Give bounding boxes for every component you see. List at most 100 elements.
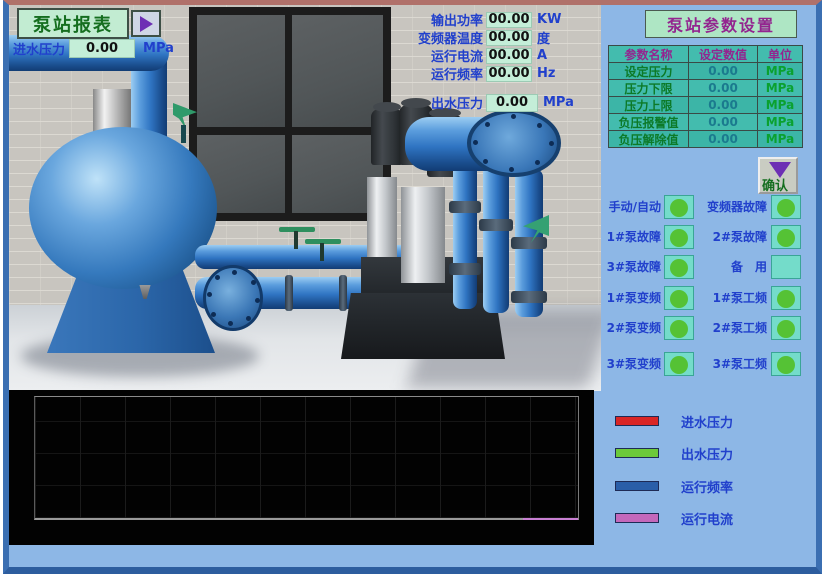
inlet-pressure-unit: MPa (143, 41, 174, 56)
inlet-pressure-value: 0.00 (69, 39, 135, 58)
lamp-icon (777, 199, 795, 217)
wall-valve-icon (521, 215, 551, 259)
param-unit: MPa (758, 131, 802, 147)
report-play-button[interactable] (131, 10, 161, 37)
readout-label: 输出功率 (355, 10, 483, 29)
status-row: 1#泵变频 1#泵工频 (601, 286, 822, 310)
lamp-icon (670, 320, 688, 338)
status-lamp-box (771, 255, 801, 279)
param-unit: MPa (758, 63, 802, 79)
lamp-icon (670, 229, 688, 247)
readout-row: 变频器温度 00.00 度 (355, 29, 550, 46)
legend-label: 运行电流 (681, 509, 733, 528)
pump-station-3d-view: 泵站报表 进水压力 0.00 MPa 输出功率 00.00 KW 变频器温度 0… (9, 5, 601, 391)
confirm-button[interactable]: 确认 (758, 157, 798, 194)
param-unit: MPa (758, 114, 802, 130)
status-label: 3#泵故障 (601, 258, 661, 275)
table-row: 设定压力 0.00 MPa (609, 63, 802, 80)
running-current-trace (523, 518, 578, 520)
legend-item: 运行频率 (615, 480, 733, 492)
param-value[interactable]: 0.00 (689, 131, 758, 147)
status-lamp-box (664, 316, 694, 340)
pump-body (401, 187, 445, 283)
outlet-pressure-value: 0.00 (486, 94, 538, 112)
param-value[interactable]: 0.00 (689, 114, 758, 130)
status-label: 1#泵故障 (601, 228, 661, 245)
panel-title: 泵站参数设置 (645, 10, 797, 38)
status-label: 2#泵故障 (693, 228, 767, 245)
readout-value: 00.00 (486, 30, 532, 46)
parameter-table: 参数名称 设定数值 单位 设定压力 0.00 MPa 压力下限 0.00 MPa… (608, 45, 803, 148)
status-row: 3#泵变频 3#泵工频 (601, 352, 822, 376)
pump-base (341, 293, 505, 359)
legend-item: 运行电流 (615, 512, 733, 524)
legend-item: 出水压力 (615, 447, 733, 459)
param-name: 压力上限 (609, 97, 689, 113)
status-lamp-box (771, 225, 801, 249)
status-lamp-box (664, 352, 694, 376)
status-label: 2#泵工频 (693, 319, 767, 336)
readout-row: 输出功率 00.00 KW (355, 11, 561, 28)
param-value[interactable]: 0.00 (689, 80, 758, 96)
lamp-icon (670, 199, 688, 217)
report-button[interactable]: 泵站报表 (17, 8, 129, 39)
readout-unit: KW (537, 12, 561, 27)
legend-label: 进水压力 (681, 412, 733, 431)
param-unit: MPa (758, 80, 802, 96)
pressure-tank (29, 127, 217, 289)
readout-label: 运行频率 (355, 64, 483, 83)
trend-chart-plot-area (34, 396, 579, 520)
lamp-icon (777, 356, 795, 374)
outlet-pressure-readout: 出水压力 0.00 MPa (355, 94, 574, 111)
hmi-screen: 泵站报表 进水压力 0.00 MPa 输出功率 00.00 KW 变频器温度 0… (0, 0, 825, 577)
lamp-icon (777, 320, 795, 338)
lamp-icon (777, 290, 795, 308)
window-pane (197, 15, 285, 127)
riser-pipe (483, 161, 509, 313)
status-label: 2#泵变频 (601, 319, 661, 336)
play-icon (140, 16, 153, 32)
valve-handle-icon (169, 103, 199, 143)
status-row: 手动/自动 变频器故障 (601, 195, 822, 219)
readout-value: 00.00 (486, 66, 532, 82)
pipe-end-flange (203, 265, 263, 331)
param-value[interactable]: 0.00 (689, 97, 758, 113)
readout-value: 00.00 (486, 48, 532, 64)
status-row: 1#泵故障 2#泵故障 (601, 225, 822, 249)
status-lamp-box (771, 195, 801, 219)
status-lamp-box (771, 316, 801, 340)
riser-flange (449, 263, 481, 275)
param-name: 负压报警值 (609, 114, 689, 130)
status-lamp-box (664, 286, 694, 310)
legend-swatch (615, 513, 659, 523)
readout-row: 运行频率 00.00 Hz (355, 65, 555, 82)
readout-label: 运行电流 (355, 46, 483, 65)
table-row: 压力上限 0.00 MPa (609, 97, 802, 114)
param-value[interactable]: 0.00 (689, 63, 758, 79)
status-label: 1#泵工频 (693, 289, 767, 306)
pipe-flange (339, 275, 347, 311)
status-label: 变频器故障 (693, 198, 767, 215)
pump-body (367, 177, 397, 257)
table-header-row: 参数名称 设定数值 单位 (609, 46, 802, 63)
table-row: 压力下限 0.00 MPa (609, 80, 802, 97)
status-lamp-box (664, 225, 694, 249)
screen-frame: 泵站报表 进水压力 0.00 MPa 输出功率 00.00 KW 变频器温度 0… (3, 0, 822, 574)
legend-label: 出水压力 (681, 444, 733, 463)
status-label: 手动/自动 (601, 198, 661, 215)
readout-row: 运行电流 00.00 A (355, 47, 547, 64)
trend-chart (9, 390, 594, 545)
riser-pipe (453, 153, 477, 309)
legend-swatch (615, 416, 659, 426)
table-row: 负压报警值 0.00 MPa (609, 114, 802, 131)
outlet-pressure-label: 出水压力 (355, 93, 483, 112)
header-unit: 单位 (758, 46, 802, 62)
lamp-icon (670, 356, 688, 374)
status-lamp-box (771, 352, 801, 376)
status-lamp-box (664, 255, 694, 279)
pipe-flange (285, 275, 293, 311)
riser-flange (449, 201, 481, 213)
status-label: 备 用 (693, 258, 767, 275)
legend-swatch (615, 448, 659, 458)
readout-unit: Hz (537, 66, 555, 81)
